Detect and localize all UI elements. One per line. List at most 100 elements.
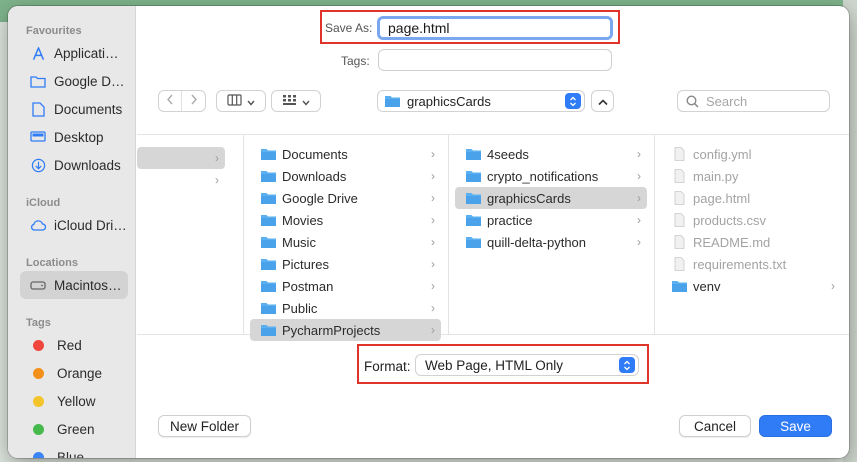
tag-dot-icon [33,367,44,379]
sidebar: Favourites Applicati… Google D… Document… [8,6,136,458]
list-item-label: venv [693,278,721,294]
sidebar-section-icloud: iCloud [26,197,61,209]
list-item-label: Downloads [282,168,347,184]
search-icon [686,94,699,108]
sidebar-item-google-drive[interactable]: Google D… [20,67,128,95]
list-item[interactable]: Pictures › [250,253,441,275]
tag-dot-icon [33,423,44,435]
list-item[interactable]: page.html [661,187,841,209]
sidebar-item-applications[interactable]: Applicati… [20,39,128,67]
folder-icon [260,213,282,227]
list-item[interactable]: products.csv [661,209,841,231]
search-field[interactable]: Search [677,90,830,112]
sidebar-tag-orange[interactable]: Orange [20,359,128,387]
list-item-label: Public [282,300,318,316]
list-item-label: config.yml [693,146,752,162]
sidebar-item-label: Yellow [57,393,96,409]
list-item[interactable]: Music › [250,231,441,253]
list-item[interactable]: PycharmProjects › [250,319,441,341]
cloud-icon [30,217,46,233]
sidebar-item-downloads[interactable]: Downloads [20,151,128,179]
sidebar-item-label: Downloads [54,157,121,173]
disk-icon [30,277,46,293]
save-button[interactable]: Save [759,415,832,437]
sidebar-tag-yellow[interactable]: Yellow [20,387,128,415]
sidebar-item-label: Applicati… [54,45,119,61]
chevron-right-icon: › [637,147,641,161]
chevron-right-icon: › [431,191,435,205]
sidebar-item-label: Desktop [54,129,104,145]
chevron-right-icon: › [431,235,435,249]
list-item[interactable]: Public › [250,297,441,319]
chevron-right-icon: › [431,323,435,337]
folder-icon [260,279,282,293]
tags-input[interactable] [378,49,612,71]
chevron-right-icon: › [637,235,641,249]
list-item[interactable]: config.yml [661,143,841,165]
desktop-icon [30,129,46,145]
sidebar-item-documents[interactable]: Documents [20,95,128,123]
search-placeholder: Search [706,93,748,109]
sidebar-item-label: Orange [57,365,103,381]
list-item[interactable]: practice › [455,209,647,231]
group-button[interactable] [271,90,321,112]
list-item[interactable]: Documents › [250,143,441,165]
view-mode-button[interactable] [216,90,266,112]
list-item-label: Pictures [282,256,329,272]
sidebar-tag-red[interactable]: Red [20,331,128,359]
forward-icon[interactable] [182,91,205,111]
list-item-label: quill-delta-python [487,234,587,250]
list-item[interactable]: Postman › [250,275,441,297]
list-item-label: page.html [693,190,751,206]
sidebar-tag-blue[interactable]: Blue [20,443,128,458]
list-item[interactable]: Downloads › [250,165,441,187]
list-item[interactable]: › [137,147,225,169]
columns-view-icon [227,93,242,109]
file-icon [671,213,693,227]
chevron-right-icon: › [831,279,835,293]
list-item-label: Postman [282,278,334,294]
format-popup[interactable]: Web Page, HTML Only [415,354,639,376]
list-item-label: PycharmProjects [282,322,381,338]
download-icon [30,157,46,173]
chevron-right-icon: › [215,151,219,165]
applications-icon [30,45,46,61]
column-browser: › › Documents › Downloads › Google Drive › Mov… [137,134,849,341]
list-item[interactable]: quill-delta-python › [455,231,647,253]
folder-icon [260,301,282,315]
browser-column-3: config.yml main.py page.html products.csv RE… [655,135,849,335]
list-item[interactable]: README.md [661,231,841,253]
list-item-label: Music [282,234,316,250]
list-item[interactable]: › [137,169,225,191]
list-item[interactable]: Google Drive › [250,187,441,209]
chevron-right-icon: › [637,213,641,227]
list-item[interactable]: graphicsCards › [455,187,647,209]
list-item[interactable]: 4seeds › [455,143,647,165]
folder-icon [260,147,282,161]
list-item[interactable]: venv › [661,275,841,297]
list-item-label: Movies [282,212,324,228]
sidebar-section-tags: Tags [26,317,51,329]
list-item[interactable]: requirements.txt [661,253,841,275]
back-icon[interactable] [159,91,183,111]
sidebar-item-macintosh-hd[interactable]: Macintos… [20,271,128,299]
new-folder-button[interactable]: New Folder [158,415,251,437]
list-item[interactable]: main.py [661,165,841,187]
collapse-button[interactable] [591,90,614,112]
list-item-label: main.py [693,168,739,184]
cancel-button[interactable]: Cancel [679,415,751,437]
location-popup[interactable]: graphicsCards [377,90,585,112]
sidebar-tag-green[interactable]: Green [20,415,128,443]
list-item[interactable]: crypto_notifications › [455,165,647,187]
list-item-label: Google Drive [282,190,358,206]
list-item[interactable]: Movies › [250,209,441,231]
file-icon [671,235,693,249]
sidebar-item-label: Documents [54,101,123,117]
sidebar-item-label: Macintos… [54,277,122,293]
list-item-label: requirements.txt [693,256,787,272]
save-as-input[interactable] [377,16,613,40]
sidebar-item-icloud-drive[interactable]: iCloud Dri… [20,211,128,239]
sidebar-section-locations: Locations [26,257,78,269]
sidebar-item-desktop[interactable]: Desktop [20,123,128,151]
chevron-right-icon: › [431,301,435,315]
